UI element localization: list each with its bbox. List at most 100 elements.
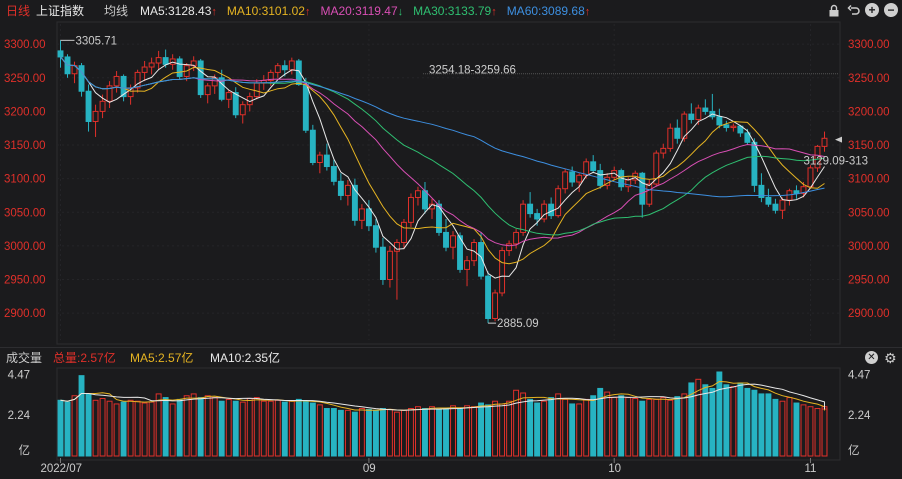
volume-bar	[555, 393, 562, 457]
volume-bar	[176, 398, 183, 457]
volume-bar	[99, 397, 106, 457]
volume-bar	[211, 397, 218, 457]
candle	[751, 141, 758, 186]
kline-chart[interactable]: 3300.00 3300.00 3250.00 3250.00 3200.00 3200.…	[0, 0, 902, 479]
volume-bar	[443, 408, 449, 457]
candle	[730, 125, 737, 129]
volume-bar	[576, 403, 583, 457]
volume-bar	[379, 408, 386, 457]
volume-bar	[351, 411, 358, 457]
candle	[351, 184, 358, 221]
candle	[415, 190, 421, 198]
candle	[723, 124, 730, 129]
candle	[155, 57, 162, 64]
volume-bar	[786, 397, 793, 457]
volume-tick-left: 亿	[19, 444, 31, 457]
volume-bar	[569, 403, 576, 457]
candle	[548, 203, 555, 217]
volume-bar	[541, 400, 548, 457]
volume-bar	[57, 399, 64, 457]
volume-bar	[372, 409, 379, 457]
volume-bar	[232, 400, 239, 457]
volume-bar	[807, 406, 814, 457]
volume-tick-right: 4.47	[848, 369, 870, 381]
volume-bar	[408, 408, 414, 457]
volume-bar	[800, 404, 807, 457]
x-tick-label: 2022/07	[41, 463, 83, 475]
volume-bar	[120, 401, 127, 457]
volume-bar	[78, 375, 85, 457]
volume-bar	[71, 395, 78, 457]
candle	[197, 60, 204, 96]
volume-bar	[197, 397, 204, 457]
candle	[646, 183, 653, 205]
candle	[239, 104, 246, 116]
volume-bar	[485, 404, 492, 457]
candle	[583, 161, 590, 176]
volume-bar	[85, 393, 92, 457]
candle	[807, 167, 814, 188]
volume-bar	[169, 403, 176, 457]
volume-bar	[793, 402, 800, 457]
volume-bar	[814, 408, 821, 457]
candle	[274, 65, 281, 73]
volume-bar	[190, 393, 197, 457]
volume-bar	[478, 402, 485, 457]
volume-bar	[92, 399, 99, 457]
candle	[148, 62, 155, 68]
candle	[281, 65, 288, 71]
candle	[393, 242, 400, 252]
price-tick-right: 2950.00	[848, 274, 890, 286]
candle	[253, 82, 260, 98]
price-tick-left: 3000.00	[4, 241, 46, 253]
volume-bar	[772, 398, 779, 457]
candle	[716, 116, 723, 126]
candle	[225, 92, 232, 100]
volume-bar	[583, 398, 590, 457]
candle	[323, 154, 330, 168]
volume-bar	[148, 401, 155, 457]
price-tick-right: 3300.00	[848, 39, 890, 51]
candle	[330, 166, 337, 182]
volume-bar	[323, 408, 330, 457]
price-tick-left: 3150.00	[4, 140, 46, 152]
price-tick-right: 3100.00	[848, 174, 890, 186]
candle	[485, 275, 492, 319]
price-tick-left: 3050.00	[4, 207, 46, 219]
candle	[688, 113, 695, 120]
volume-bar	[758, 393, 765, 457]
candle	[576, 174, 583, 183]
volume-bar	[611, 397, 618, 457]
candle	[113, 75, 120, 87]
x-tick-label: 11	[804, 463, 816, 475]
volume-bar	[821, 408, 828, 457]
candle	[555, 188, 562, 217]
candle	[379, 246, 386, 280]
volume-bar	[113, 403, 120, 457]
volume-bar	[267, 400, 274, 457]
volume-tick-left: 4.47	[8, 369, 30, 381]
annotation-low: 2885.09	[497, 318, 539, 330]
volume-bar	[155, 393, 162, 457]
volume-bar	[625, 397, 632, 457]
price-tick-right: 3200.00	[848, 106, 890, 118]
price-tick-right: 2900.00	[848, 308, 890, 320]
volume-bar	[330, 408, 337, 457]
volume-bar	[765, 393, 772, 457]
candle	[667, 127, 674, 149]
volume-bar	[365, 408, 372, 457]
volume-bar	[239, 401, 246, 457]
volume-bar	[141, 402, 148, 457]
price-tick-left: 2900.00	[4, 308, 46, 320]
volume-bar	[302, 400, 309, 457]
volume-bar	[562, 398, 569, 457]
volume-bar	[337, 409, 344, 457]
volume-bar	[737, 382, 744, 457]
volume-bar	[534, 402, 541, 457]
candle	[162, 57, 169, 65]
candle	[779, 199, 786, 211]
volume-bar	[204, 395, 211, 457]
volume-bar	[246, 397, 253, 457]
volume-bar	[590, 395, 597, 457]
volume-bar	[400, 409, 407, 457]
